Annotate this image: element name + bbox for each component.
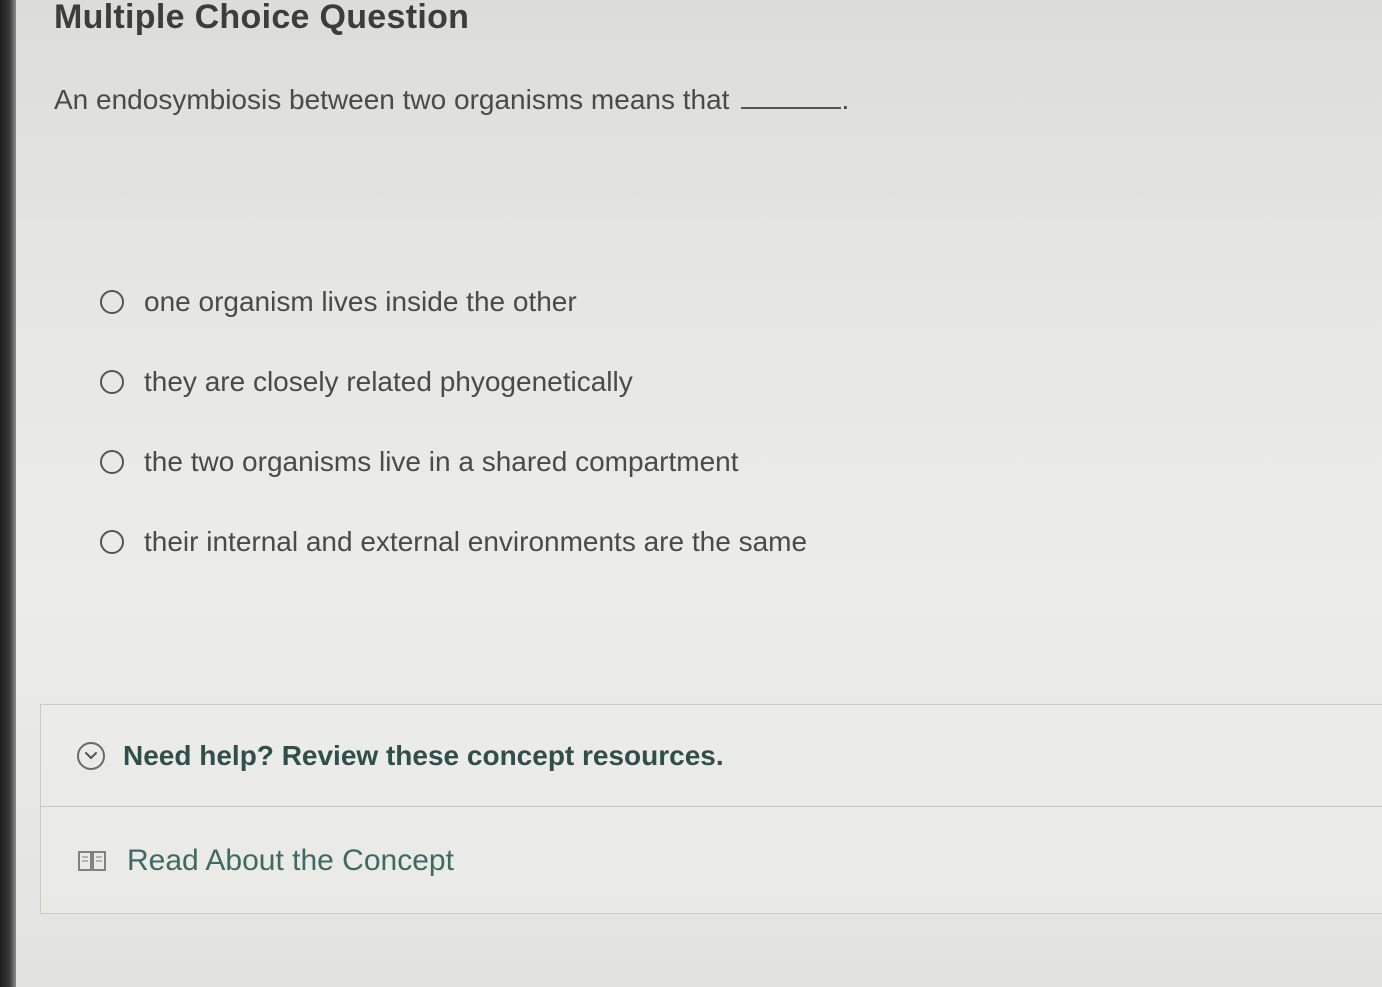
- page-title: Multiple Choice Question: [54, 0, 470, 36]
- question-prompt: An endosymbiosis between two organisms m…: [54, 84, 849, 116]
- answer-option-1[interactable]: one organism lives inside the other: [100, 282, 807, 322]
- option-label: the two organisms live in a shared compa…: [144, 446, 739, 477]
- read-about-concept-link[interactable]: Read About the Concept: [41, 807, 1382, 915]
- option-label: they are closely related phyogenetically: [144, 366, 633, 397]
- radio-button[interactable]: [100, 530, 124, 554]
- chevron-down-circle-icon[interactable]: [77, 741, 105, 770]
- answer-options: one organism lives inside the other they…: [100, 282, 807, 602]
- option-label: one organism lives inside the other: [144, 286, 577, 317]
- book-icon: [77, 849, 107, 873]
- answer-option-3[interactable]: the two organisms live in a shared compa…: [100, 442, 807, 482]
- answer-blank: [741, 107, 842, 109]
- radio-button[interactable]: [100, 450, 124, 474]
- concept-resources-title: Need help? Review these concept resource…: [123, 739, 724, 771]
- concept-resources-toggle[interactable]: Need help? Review these concept resource…: [41, 705, 1382, 807]
- concept-resources-panel: Need help? Review these concept resource…: [40, 704, 1382, 914]
- radio-button[interactable]: [100, 370, 124, 394]
- radio-button[interactable]: [100, 290, 124, 314]
- question-page: Multiple Choice Question An endosymbiosi…: [16, 0, 1382, 987]
- option-label: their internal and external environments…: [144, 526, 808, 557]
- answer-option-2[interactable]: they are closely related phyogenetically: [100, 362, 807, 402]
- answer-option-4[interactable]: their internal and external environments…: [100, 522, 807, 562]
- read-about-concept-label: Read About the Concept: [127, 844, 454, 877]
- screen-bezel: [0, 0, 16, 987]
- question-suffix: .: [841, 84, 850, 115]
- question-text: An endosymbiosis between two organisms m…: [54, 84, 730, 115]
